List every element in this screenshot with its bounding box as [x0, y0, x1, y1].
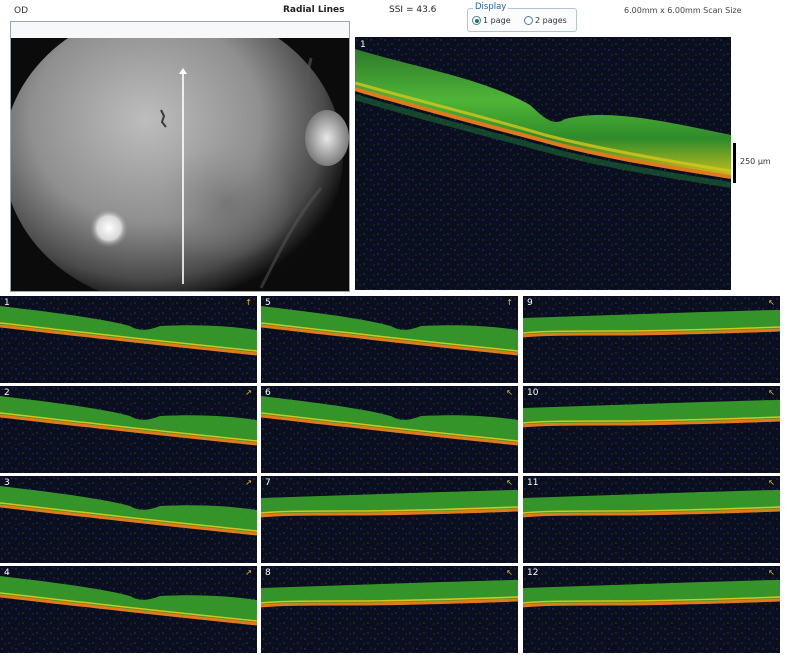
scan-size-label: 6.00mm x 6.00mm Scan Size	[624, 6, 742, 15]
direction-arrow-icon: ↑	[506, 298, 513, 307]
thumbnail-number: 11	[527, 478, 539, 488]
thumbnail-number: 5	[265, 298, 271, 308]
oct-thumbnail-6[interactable]: 6 ↖	[261, 386, 518, 473]
main-oct-bscan[interactable]: 1	[355, 37, 731, 290]
thumbnail-number: 2	[4, 388, 10, 398]
display-options: Display 1 page 2 pages	[467, 2, 577, 32]
oct-thumbnail-7[interactable]: 7 ↖	[261, 476, 518, 563]
fundus-toolbar	[11, 22, 349, 38]
display-legend: Display	[473, 2, 509, 12]
thumbnail-number: 1	[4, 298, 10, 308]
oct-thumbnail-10[interactable]: 10 ↖	[523, 386, 780, 473]
direction-arrow-icon: ↗	[245, 478, 252, 487]
thumbnail-number: 10	[527, 388, 539, 398]
thumbnail-number: 7	[265, 478, 271, 488]
scale-bar	[733, 143, 736, 183]
direction-arrow-icon: ↖	[506, 388, 513, 397]
direction-arrow-icon: ↑	[245, 298, 252, 307]
fundus-image	[11, 38, 349, 291]
oct-thumbnail-1[interactable]: 1 ↑	[0, 296, 257, 383]
thumbnail-number: 6	[265, 388, 271, 398]
oct-thumbnail-11[interactable]: 11 ↖	[523, 476, 780, 563]
display-2-pages-label: 2 pages	[535, 16, 567, 25]
radio-unselected-icon	[524, 16, 533, 25]
direction-arrow-icon: ↖	[506, 568, 513, 577]
thumbnail-number: 8	[265, 568, 271, 578]
direction-arrow-icon: ↗	[245, 568, 252, 577]
oct-thumbnail-9[interactable]: 9 ↖	[523, 296, 780, 383]
main-scan-number: 1	[360, 40, 366, 50]
radio-selected-icon	[472, 16, 481, 25]
oct-thumbnail-5[interactable]: 5 ↑	[261, 296, 518, 383]
direction-arrow-icon: ↗	[245, 388, 252, 397]
oct-thumbnail-12[interactable]: 12 ↖	[523, 566, 780, 653]
scale-label: 250 µm	[740, 157, 771, 166]
display-1-page-label: 1 page	[483, 16, 511, 25]
ssi-label: SSI = 43.6	[389, 5, 437, 15]
oct-thumbnail-2[interactable]: 2 ↗	[0, 386, 257, 473]
direction-arrow-icon: ↖	[768, 568, 775, 577]
oct-thumbnail-8[interactable]: 8 ↖	[261, 566, 518, 653]
direction-arrow-icon: ↖	[768, 388, 775, 397]
thumbnail-number: 9	[527, 298, 533, 308]
fundus-panel	[10, 21, 350, 292]
eye-label: OD	[14, 6, 29, 16]
display-2-pages-radio[interactable]: 2 pages	[524, 16, 567, 25]
thumbnail-number: 3	[4, 478, 10, 488]
scan-pattern-label: Radial Lines	[283, 5, 345, 15]
oct-thumbnail-3[interactable]: 3 ↗	[0, 476, 257, 563]
direction-arrow-icon: ↖	[768, 478, 775, 487]
display-1-page-radio[interactable]: 1 page	[472, 16, 511, 25]
thumbnail-number: 4	[4, 568, 10, 578]
thumbnail-number: 12	[527, 568, 539, 578]
oct-thumbnail-4[interactable]: 4 ↗	[0, 566, 257, 653]
direction-arrow-icon: ↖	[506, 478, 513, 487]
direction-arrow-icon: ↖	[768, 298, 775, 307]
